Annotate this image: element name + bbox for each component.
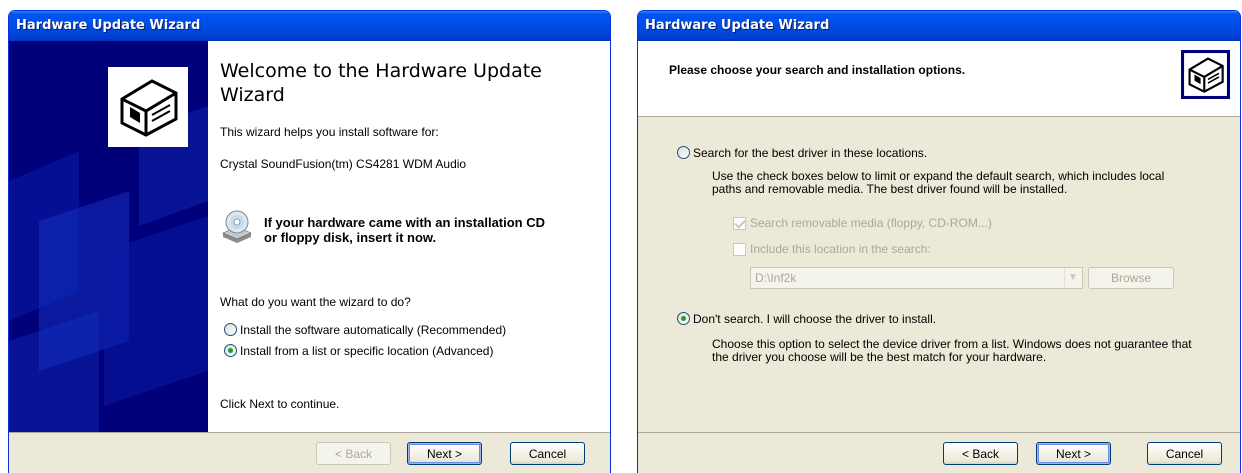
continue-text: Click Next to continue. [220, 397, 340, 411]
window-title-bar[interactable]: Hardware Update Wizard [9, 11, 610, 41]
wizard-footer: < Back Next > Cancel [9, 432, 610, 473]
include-location-checkbox[interactable] [733, 243, 746, 256]
cd-prompt-line: or floppy disk, insert it now. [264, 230, 437, 245]
hardware-wizard-icon [1181, 50, 1230, 99]
radio-label: Don't search. I will choose the driver t… [693, 312, 937, 326]
intro-text: This wizard helps you install software f… [220, 125, 439, 139]
search-path-combobox[interactable]: D:\Inf2k ▼ [750, 267, 1083, 289]
hardware-wizard-icon [108, 67, 188, 147]
welcome-heading: Welcome to the Hardware Update Wizard [220, 60, 542, 106]
window-title-bar[interactable]: Hardware Update Wizard [638, 11, 1240, 41]
install-from-list-radio[interactable] [224, 344, 237, 357]
search-best-driver-option[interactable]: Search for the best driver in these loca… [673, 144, 927, 164]
chevron-down-icon[interactable]: ▼ [1064, 269, 1081, 287]
search-description: Use the check boxes below to limit or ex… [712, 170, 1164, 196]
radio-label: Search for the best driver in these loca… [693, 146, 928, 160]
page-header-title: Please choose your search and installati… [669, 63, 966, 77]
checkbox-label: Search removable media (floppy, CD-ROM..… [750, 216, 992, 230]
back-button[interactable]: < Back [316, 442, 391, 465]
install-automatically-radio[interactable] [224, 323, 237, 336]
include-location-option[interactable]: Include this location in the search: [733, 242, 1053, 258]
cancel-button[interactable]: Cancel [1147, 442, 1222, 465]
cd-prompt-line: If your hardware came with an installati… [264, 215, 546, 230]
cancel-button[interactable]: Cancel [510, 442, 585, 465]
install-from-list-option[interactable]: Install from a list or specific location… [220, 342, 600, 362]
device-name: Crystal SoundFusion(tm) CS4281 WDM Audio [220, 157, 467, 171]
welcome-wizard-window: Hardware Update Wizard Welcome to the Ha… [8, 10, 611, 473]
window-title: Hardware Update Wizard [16, 18, 201, 33]
wizard-question: What do you want the wizard to do? [220, 295, 411, 309]
description-line: paths and removable media. The best driv… [712, 182, 1068, 196]
search-path-value: D:\Inf2k [755, 271, 797, 285]
window-title: Hardware Update Wizard [645, 18, 830, 33]
install-automatically-option[interactable]: Install the software automatically (Reco… [220, 321, 600, 341]
search-best-driver-radio[interactable] [677, 146, 690, 159]
dont-search-radio[interactable] [677, 312, 690, 325]
wizard-footer: < Back Next > Cancel [638, 432, 1240, 473]
page-header: Please choose your search and installati… [638, 41, 1240, 117]
radio-label: Install from a list or specific location… [240, 344, 494, 358]
welcome-content: Welcome to the Hardware Update Wizard Th… [220, 59, 600, 411]
cd-prompt-text: If your hardware came with an installati… [264, 215, 545, 245]
search-options-wizard-window: Hardware Update Wizard Please choose you… [637, 10, 1241, 473]
next-button[interactable]: Next > [1036, 442, 1111, 465]
dont-search-option[interactable]: Don't search. I will choose the driver t… [673, 310, 936, 330]
cd-prompt: If your hardware came with an installati… [220, 205, 600, 251]
dont-search-description: Choose this option to select the device … [712, 338, 1192, 364]
cd-drive-icon [222, 210, 252, 243]
radio-label: Install the software automatically (Reco… [240, 323, 507, 337]
back-button[interactable]: < Back [943, 442, 1018, 465]
welcome-page: Welcome to the Hardware Update Wizard Th… [9, 41, 610, 433]
search-removable-media-checkbox[interactable] [733, 217, 746, 230]
description-line: the driver you choose will be the best m… [712, 350, 1047, 364]
browse-button[interactable]: Browse [1088, 267, 1174, 289]
side-banner [9, 41, 208, 433]
search-removable-media-option[interactable]: Search removable media (floppy, CD-ROM..… [733, 216, 1053, 232]
search-options-page: Search for the best driver in these loca… [638, 118, 1240, 433]
checkbox-label: Include this location in the search: [750, 242, 931, 256]
next-button[interactable]: Next > [407, 442, 482, 465]
install-options: Install the software automatically (Reco… [220, 321, 600, 362]
